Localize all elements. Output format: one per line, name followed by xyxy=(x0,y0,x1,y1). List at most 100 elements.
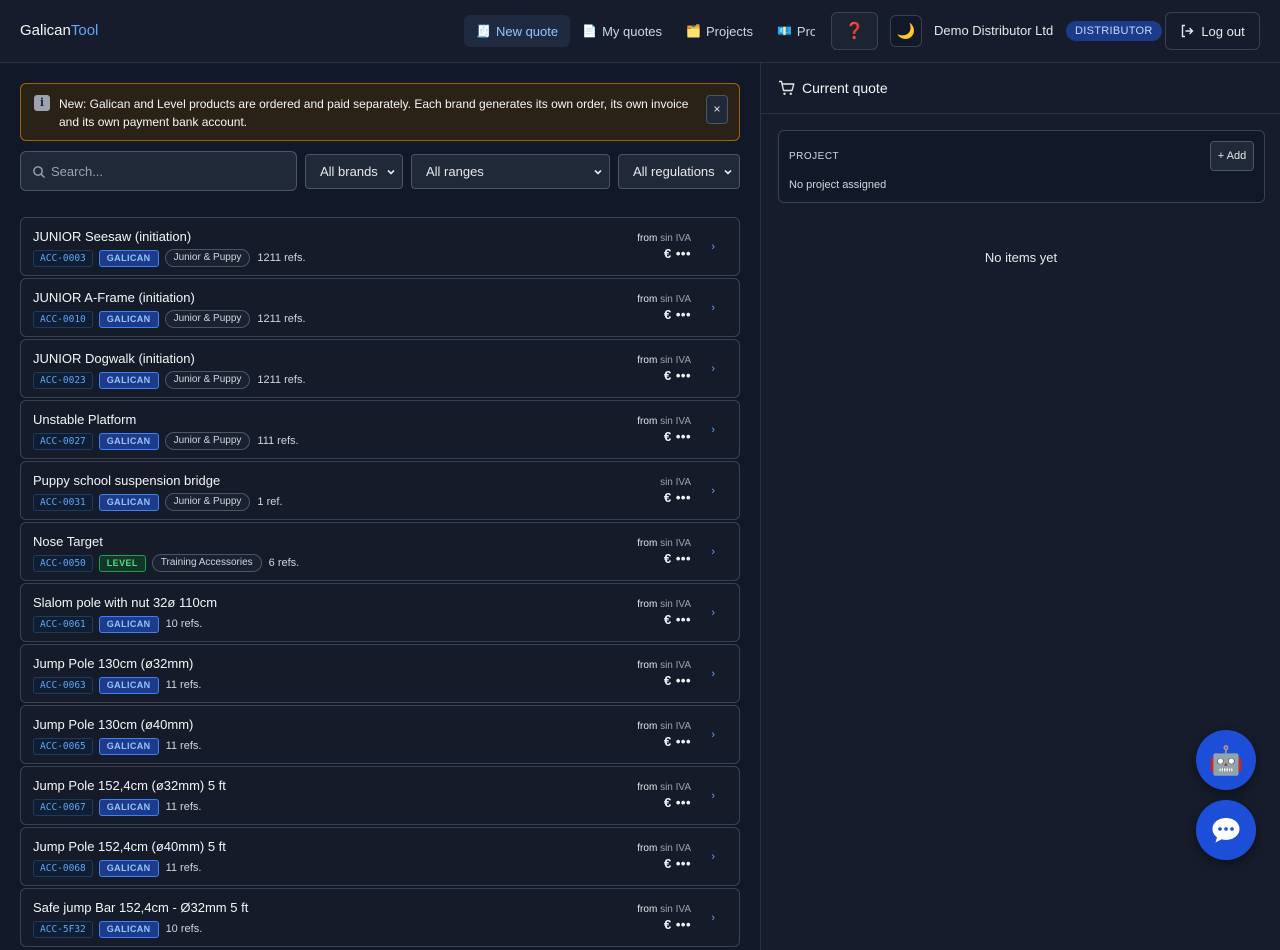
price-caption: from sin IVA xyxy=(637,903,691,917)
nav-new-quote[interactable]: 🧾 New quote xyxy=(464,15,571,47)
product-card[interactable]: Jump Pole 130cm (ø40mm) ACC-0065 GALICAN 11… xyxy=(20,705,740,764)
chat-button[interactable] xyxy=(1196,800,1256,860)
price-value: € ••• xyxy=(664,368,691,383)
chevron-right-icon: › xyxy=(711,790,715,802)
product-name: Nose Target xyxy=(33,534,103,549)
info-icon: i xyxy=(34,95,50,111)
price-caption: sin IVA xyxy=(660,476,691,490)
chevron-right-icon: › xyxy=(711,241,715,253)
project-value: No project assigned xyxy=(789,179,887,191)
nav-my-quotes[interactable]: 📄 My quotes xyxy=(570,15,674,47)
refs-count: 6 refs. xyxy=(268,557,300,569)
tax-label: sin IVA xyxy=(660,721,691,732)
help-button[interactable]: ❓ xyxy=(831,12,878,50)
refs-count: 11 refs. xyxy=(165,679,202,691)
chevron-right-icon: › xyxy=(711,668,715,680)
product-meta: ACC-0027 GALICAN Junior & Puppy 111 refs. xyxy=(33,432,299,450)
folder-icon: 🗂️ xyxy=(686,24,701,38)
from-label: from xyxy=(637,416,658,427)
brand-badge: GALICAN xyxy=(98,432,159,450)
assistant-button[interactable]: 🤖 xyxy=(1196,730,1256,790)
nav-projects[interactable]: 🗂️ Projects xyxy=(674,15,765,47)
product-meta: ACC-0067 GALICAN 11 refs. xyxy=(33,798,201,816)
from-label: from xyxy=(637,355,658,366)
product-name: Jump Pole 130cm (ø40mm) xyxy=(33,717,194,732)
brand-badge: GALICAN xyxy=(98,493,159,511)
product-card[interactable]: Jump Pole 152,4cm (ø32mm) 5 ft ACC-0067 GA… xyxy=(20,766,740,825)
theme-toggle-button[interactable]: 🌙 xyxy=(890,15,922,47)
refs-count: 1211 refs. xyxy=(257,313,306,325)
money-icon: 💶 xyxy=(776,24,792,38)
regulation-select[interactable]: All regulations xyxy=(618,154,740,189)
price-value: € ••• xyxy=(664,429,691,444)
price-caption: from sin IVA xyxy=(637,598,691,612)
organization-name: Demo Distributor Ltd xyxy=(934,23,1054,38)
close-notice-button[interactable]: × xyxy=(706,95,728,124)
price-block: from sin IVA € ••• xyxy=(637,598,691,628)
tax-label: sin IVA xyxy=(660,782,691,793)
product-code-badge: ACC-0063 xyxy=(33,676,93,694)
brand-select[interactable]: All brands xyxy=(305,154,403,189)
nav-label: Pro xyxy=(796,23,815,39)
product-card[interactable]: Jump Pole 130cm (ø32mm) ACC-0063 GALICAN 11… xyxy=(20,644,740,703)
brand-badge: GALICAN xyxy=(98,676,159,694)
add-project-button[interactable]: + Add xyxy=(1210,141,1254,171)
app-logo[interactable]: GalicanTool xyxy=(20,22,98,40)
price-caption: from sin IVA xyxy=(637,293,691,307)
cart-icon xyxy=(779,80,795,95)
product-meta: ACC-0010 GALICAN Junior & Puppy 1211 refs. xyxy=(33,310,306,328)
range-badge: Training Accessories xyxy=(151,554,262,572)
search-input[interactable] xyxy=(51,152,291,190)
from-label: from xyxy=(637,782,658,793)
product-card[interactable]: JUNIOR A-Frame (initiation) ACC-0010 GALIC… xyxy=(20,278,740,337)
nav-pro[interactable]: 💶 Pro xyxy=(765,15,815,47)
info-notice: i New: Galican and Level products are or… xyxy=(20,83,740,141)
from-label: from xyxy=(637,294,658,305)
product-code-badge: ACC-0003 xyxy=(33,249,93,267)
chevron-right-icon: › xyxy=(711,485,715,497)
price-block: from sin IVA € ••• xyxy=(637,781,691,811)
price-block: from sin IVA € ••• xyxy=(637,415,691,445)
product-meta: ACC-0061 GALICAN 10 refs. xyxy=(33,615,202,633)
product-card[interactable]: Slalom pole with nut 32ø 110cm ACC-0061 GA… xyxy=(20,583,740,642)
price-block: from sin IVA € ••• xyxy=(637,659,691,689)
chevron-right-icon: › xyxy=(711,546,715,558)
refs-count: 11 refs. xyxy=(165,740,202,752)
range-select[interactable]: All ranges xyxy=(411,154,610,189)
product-card[interactable]: Nose Target ACC-0050 LEVEL Training Accesso… xyxy=(20,522,740,581)
document-icon: 📄 xyxy=(582,24,598,38)
product-code-badge: ACC-0027 xyxy=(33,432,93,450)
range-badge: Junior & Puppy xyxy=(164,310,251,328)
price-block: from sin IVA € ••• xyxy=(637,720,691,750)
product-name: Jump Pole 152,4cm (ø40mm) 5 ft xyxy=(33,839,226,854)
refs-count: 1211 refs. xyxy=(257,252,306,264)
product-name: Unstable Platform xyxy=(33,412,137,427)
range-badge: Junior & Puppy xyxy=(164,249,251,267)
product-card[interactable]: Safe jump Bar 152,4cm - Ø32mm 5 ft ACC-5F… xyxy=(20,888,740,947)
product-card[interactable]: JUNIOR Dogwalk (initiation) ACC-0023 GALIC… xyxy=(20,339,740,398)
product-name: JUNIOR Seesaw (initiation) xyxy=(33,229,192,244)
product-code-badge: ACC-0010 xyxy=(33,310,93,328)
from-label: from xyxy=(637,599,658,610)
product-meta: ACC-0003 GALICAN Junior & Puppy 1211 refs. xyxy=(33,249,306,267)
product-name: Puppy school suspension bridge xyxy=(33,473,221,488)
price-block: from sin IVA € ••• xyxy=(637,903,691,933)
price-caption: from sin IVA xyxy=(637,415,691,429)
product-card[interactable]: Jump Pole 152,4cm (ø40mm) 5 ft ACC-0068 GA… xyxy=(20,827,740,886)
product-card[interactable]: Puppy school suspension bridge ACC-0031 GA… xyxy=(20,461,740,520)
product-card[interactable]: JUNIOR Seesaw (initiation) ACC-0003 GALICA… xyxy=(20,217,740,276)
product-card[interactable]: Unstable Platform ACC-0027 GALICAN Junior &… xyxy=(20,400,740,459)
question-icon: ❓ xyxy=(844,23,865,40)
price-block: from sin IVA € ••• xyxy=(637,537,691,567)
from-label: from xyxy=(637,904,658,915)
price-caption: from sin IVA xyxy=(637,781,691,795)
nav-label: My quotes xyxy=(602,23,663,39)
refs-count: 10 refs. xyxy=(165,923,203,935)
search-icon xyxy=(33,166,45,178)
chevron-down-icon xyxy=(724,169,732,175)
tax-label: sin IVA xyxy=(660,599,691,610)
tax-label: sin IVA xyxy=(660,843,691,854)
logout-button[interactable]: Log out xyxy=(1165,12,1260,50)
search-box[interactable] xyxy=(20,151,297,191)
product-meta: ACC-0031 GALICAN Junior & Puppy 1 ref. xyxy=(33,493,282,511)
